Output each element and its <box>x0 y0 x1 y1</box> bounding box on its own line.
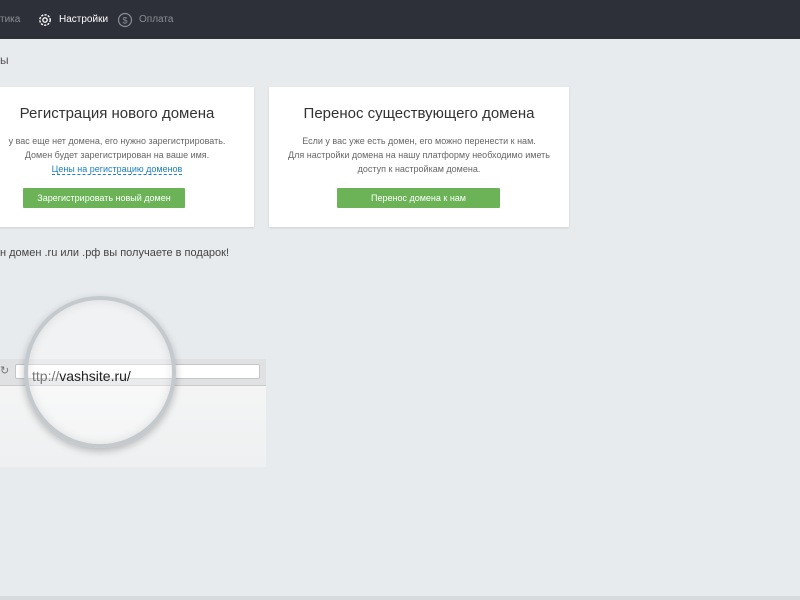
url-domain: vashsite.ru/ <box>59 368 131 384</box>
description-line: Если у вас уже есть домен, его можно пер… <box>302 136 536 146</box>
nav-item-settings[interactable]: Настройки <box>37 0 108 39</box>
url-protocol: ttp:// <box>32 368 60 384</box>
nav-item-label: тика <box>0 14 21 25</box>
dollar-circle-icon: $ <box>117 12 133 28</box>
gift-domain-note: н домен .ru или .рф вы получаете в подар… <box>0 247 230 259</box>
card-description: Если у вас уже есть домен, его можно пер… <box>269 134 569 176</box>
prices-link[interactable]: Цены на регистрацию доменов <box>51 164 183 175</box>
transfer-domain-card: Перенос существующего домена Если у вас … <box>269 87 569 227</box>
description-line: доступ к настройкам домена. <box>357 164 481 174</box>
page-section-title: ы <box>0 53 9 67</box>
nav-item-payment[interactable]: $ Оплата <box>117 0 173 39</box>
card-title: Регистрация нового домена <box>19 105 215 122</box>
description-line: у вас еще нет домена, его нужно зарегист… <box>8 136 226 146</box>
card-title: Перенос существующего домена <box>303 105 535 122</box>
magnified-url: ttp://vashsite.ru/ <box>32 368 131 384</box>
transfer-domain-button[interactable]: Перенос домена к нам <box>337 188 500 208</box>
register-domain-card: Регистрация нового домена у вас еще нет … <box>0 87 254 227</box>
magnifier-illustration: ttp://vashsite.ru/ <box>24 296 176 448</box>
nav-item-analytics[interactable]: тика <box>0 0 20 39</box>
register-domain-button[interactable]: Зарегистрировать новый домен <box>23 188 185 208</box>
bottom-divider <box>0 596 800 600</box>
gear-icon <box>37 12 53 28</box>
description-line: Домен будет зарегистрирован на ваше имя. <box>24 150 210 160</box>
nav-item-label: Настройки <box>59 14 109 25</box>
description-line: Для настройки домена на нашу платформу н… <box>288 150 550 160</box>
reload-icon: ↻ <box>0 365 10 377</box>
top-navigation-bar: тика Настройки $ Оплата <box>0 0 800 39</box>
svg-text:$: $ <box>122 15 127 25</box>
nav-item-label: Оплата <box>139 14 174 25</box>
card-description: у вас еще нет домена, его нужно зарегист… <box>0 134 254 176</box>
